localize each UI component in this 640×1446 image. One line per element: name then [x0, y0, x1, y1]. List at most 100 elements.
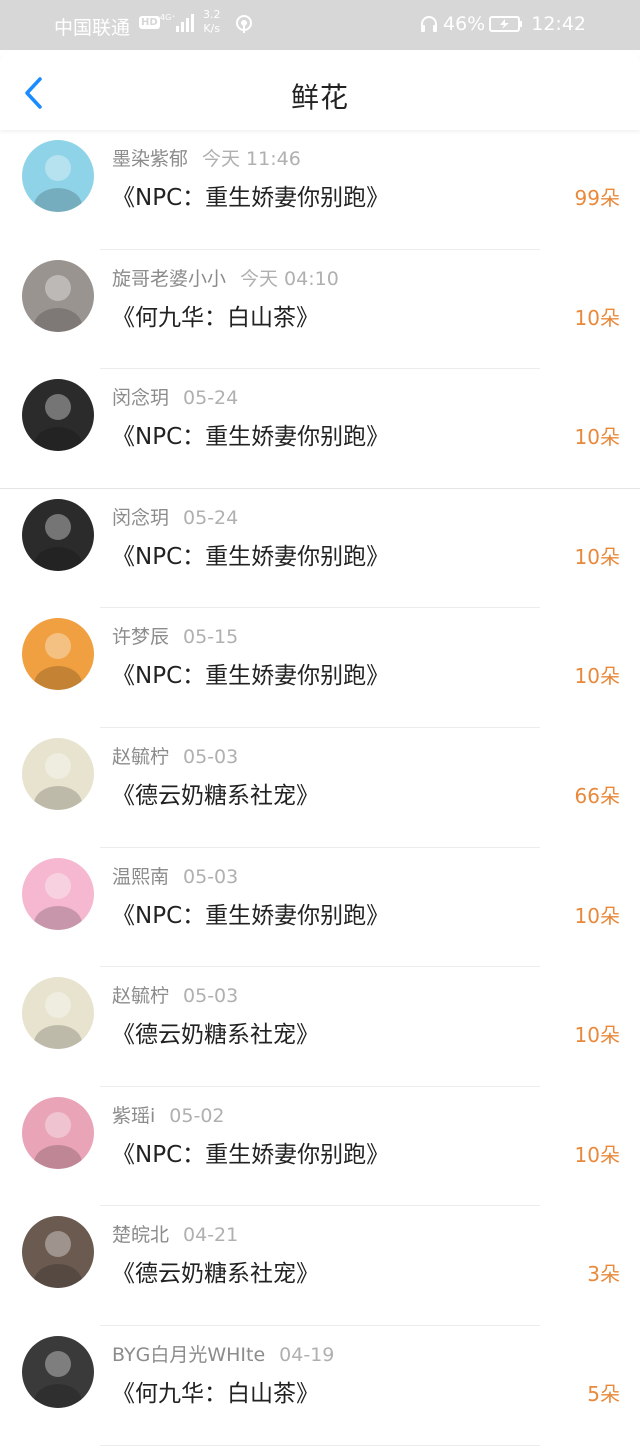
timestamp: 05-03: [183, 865, 239, 888]
carrier-name: 中国联通: [54, 17, 131, 39]
avatar-image-icon: [22, 618, 94, 691]
avatar-image-icon: [22, 977, 94, 1050]
speed-unit: K/s: [203, 22, 221, 35]
hotspot-icon: [236, 15, 252, 33]
list-item[interactable]: 旋哥老婆小小 今天 04:10 《何九华：白山茶》 10朵: [0, 250, 640, 370]
avatar[interactable]: [22, 977, 94, 1050]
avatar[interactable]: [22, 1216, 94, 1289]
flower-count: 10朵: [574, 425, 620, 450]
flower-count: 99朵: [574, 186, 620, 210]
book-title[interactable]: 《NPC：重生娇妻你别跑》: [112, 896, 389, 930]
list-item[interactable]: BYG白月光WHIte 04-19 《何九华：白山茶》 5朵: [0, 1326, 640, 1446]
flower-count: 66朵: [574, 783, 620, 808]
username[interactable]: 闵念玥: [112, 387, 169, 409]
flower-count: 10朵: [574, 544, 620, 569]
battery-charging-icon: [489, 16, 523, 32]
avatar-image-icon: [22, 498, 94, 571]
flower-count: 3朵: [587, 1262, 620, 1287]
flower-count: 10朵: [574, 903, 620, 928]
username[interactable]: 温熙南: [112, 866, 169, 888]
flower-count: 5朵: [587, 1381, 620, 1406]
flower-count: 10朵: [574, 664, 620, 689]
speed-value: 3.2: [203, 8, 221, 21]
avatar-image-icon: [22, 737, 94, 810]
username[interactable]: 赵毓柠: [112, 985, 169, 1007]
username[interactable]: 赵毓柠: [112, 746, 169, 768]
username[interactable]: 墨染紫郁: [112, 148, 188, 170]
timestamp: 05-24: [183, 506, 239, 529]
flower-list: 墨染紫郁 今天 11:46 《NPC：重生娇妻你别跑》 99朵旋哥老婆小小 今天 04:…: [0, 130, 640, 1446]
username[interactable]: 楚皖北: [112, 1224, 169, 1246]
svg-text:4G⁺: 4G⁺: [160, 13, 176, 22]
item-meta: BYG白月光WHIte 04-19: [112, 1340, 334, 1367]
username[interactable]: 紫瑶i: [112, 1105, 155, 1127]
headset-icon: [421, 16, 437, 32]
avatar-image-icon: [22, 1216, 94, 1289]
username[interactable]: 许梦辰: [112, 626, 169, 648]
item-meta: 旋哥老婆小小 今天 04:10: [112, 264, 339, 291]
list-item[interactable]: 紫瑶i 05-02 《NPC：重生娇妻你别跑》 10朵: [0, 1087, 640, 1207]
username[interactable]: 旋哥老婆小小: [112, 268, 226, 290]
nav-bar: 鲜花: [0, 50, 640, 130]
divider: [100, 1444, 540, 1446]
book-title[interactable]: 《NPC：重生娇妻你别跑》: [112, 417, 389, 451]
item-meta: 楚皖北 04-21: [112, 1220, 238, 1247]
timestamp: 05-24: [183, 387, 239, 410]
timestamp: 今天 11:46: [202, 148, 301, 170]
item-meta: 紫瑶i 05-02: [112, 1101, 225, 1128]
avatar[interactable]: [22, 857, 94, 930]
list-item[interactable]: 楚皖北 04-21 《德云奶糖系社宠》 3朵: [0, 1206, 640, 1326]
avatar[interactable]: [22, 259, 94, 332]
timestamp: 05-03: [183, 985, 239, 1008]
avatar[interactable]: [22, 1096, 94, 1169]
book-title[interactable]: 《德云奶糖系社宠》: [112, 1015, 319, 1049]
timestamp: 05-02: [169, 1104, 225, 1127]
list-item[interactable]: 闵念玥 05-24 《NPC：重生娇妻你别跑》 10朵: [0, 369, 640, 489]
avatar[interactable]: [22, 498, 94, 571]
username[interactable]: BYG白月光WHIte: [112, 1344, 265, 1366]
item-meta: 赵毓柠 05-03: [112, 742, 238, 769]
hd-badge: HD: [139, 16, 160, 29]
list-item[interactable]: 墨染紫郁 今天 11:46 《NPC：重生娇妻你别跑》 99朵: [0, 130, 640, 250]
book-title[interactable]: 《德云奶糖系社宠》: [112, 1254, 319, 1288]
item-meta: 闵念玥 05-24: [112, 503, 238, 530]
item-meta: 闵念玥 05-24: [112, 383, 238, 410]
book-title[interactable]: 《NPC：重生娇妻你别跑》: [112, 1135, 389, 1169]
list-item[interactable]: 闵念玥 05-24 《NPC：重生娇妻你别跑》 10朵: [0, 489, 640, 609]
list-item[interactable]: 许梦辰 05-15 《NPC：重生娇妻你别跑》 10朵: [0, 608, 640, 728]
avatar-image-icon: [22, 259, 94, 332]
avatar[interactable]: [22, 737, 94, 810]
list-item[interactable]: 赵毓柠 05-03 《德云奶糖系社宠》 66朵: [0, 728, 640, 848]
avatar[interactable]: [22, 618, 94, 691]
book-title[interactable]: 《NPC：重生娇妻你别跑》: [112, 537, 389, 571]
network-speed: 3.2 K/s: [203, 8, 221, 36]
list-item[interactable]: 温熙南 05-03 《NPC：重生娇妻你别跑》 10朵: [0, 848, 640, 968]
timestamp: 04-21: [183, 1224, 239, 1247]
username[interactable]: 闵念玥: [112, 507, 169, 529]
avatar[interactable]: [22, 1335, 94, 1408]
status-right: 46% 12:42: [419, 13, 586, 35]
timestamp: 05-15: [183, 626, 239, 649]
flower-count: 10朵: [574, 1142, 620, 1167]
avatar[interactable]: [22, 379, 94, 452]
book-title[interactable]: 《NPC：重生娇妻你别跑》: [112, 656, 389, 690]
timestamp: 04-19: [279, 1343, 335, 1366]
item-meta: 赵毓柠 05-03: [112, 981, 238, 1008]
list-item[interactable]: 赵毓柠 05-03 《德云奶糖系社宠》 10朵: [0, 967, 640, 1087]
flower-count: 10朵: [574, 305, 620, 330]
book-title[interactable]: 《NPC：重生娇妻你别跑》: [112, 178, 389, 212]
avatar-image-icon: [22, 1096, 94, 1169]
timestamp: 05-03: [183, 745, 239, 768]
page-title: 鲜花: [290, 81, 349, 114]
book-title[interactable]: 《何九华：白山茶》: [112, 1374, 319, 1408]
item-meta: 墨染紫郁 今天 11:46: [112, 144, 301, 171]
avatar[interactable]: [22, 140, 94, 212]
avatar-image-icon: [22, 140, 94, 212]
item-meta: 温熙南 05-03: [112, 862, 238, 889]
item-meta: 许梦辰 05-15: [112, 622, 238, 649]
avatar-image-icon: [22, 857, 94, 930]
flower-count: 10朵: [574, 1023, 620, 1048]
book-title[interactable]: 《德云奶糖系社宠》: [112, 776, 319, 810]
book-title[interactable]: 《何九华：白山茶》: [112, 298, 319, 332]
clock: 12:42: [531, 13, 586, 35]
